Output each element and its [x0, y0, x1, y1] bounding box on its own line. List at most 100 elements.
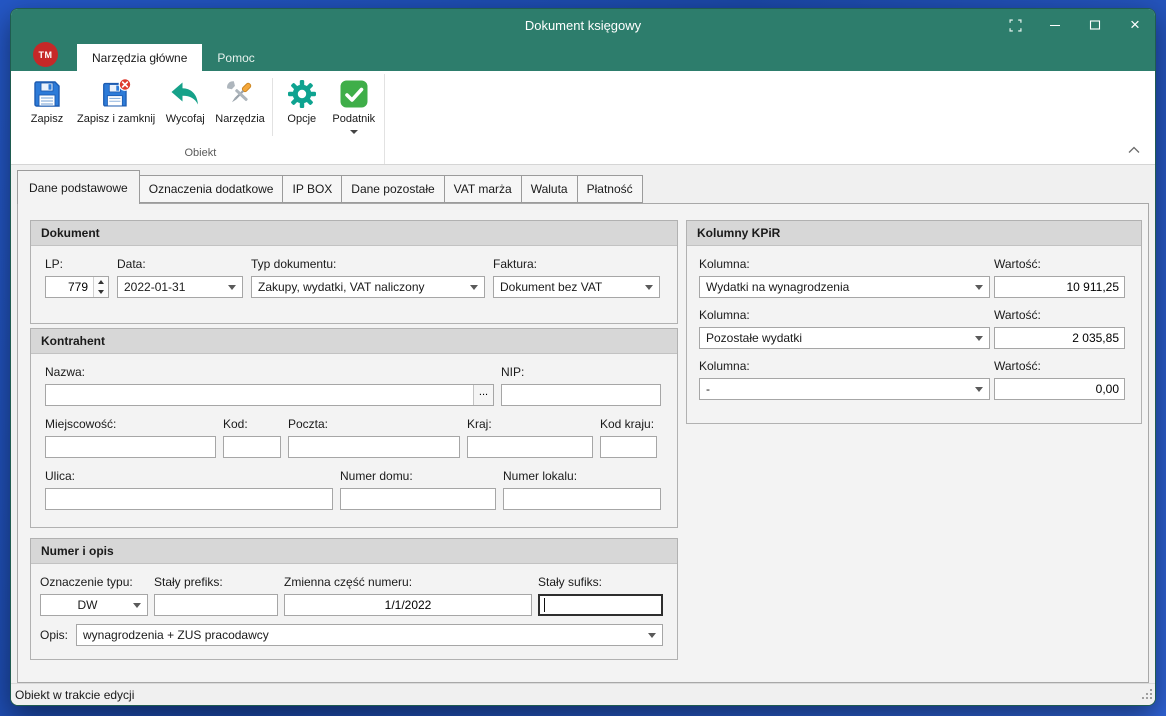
kod-field: Kod:: [223, 417, 281, 458]
kpir-kolumna-label: Kolumna:: [699, 359, 990, 373]
faktura-label: Faktura:: [493, 257, 660, 271]
kpir-kolumna-combo-3[interactable]: -: [699, 378, 990, 400]
group-numer-i-opis: Numer i opis Oznaczenie typu: DW Stały p…: [30, 538, 678, 660]
zmienna-czesc-numeru-field: Zmienna część numeru:: [284, 575, 532, 616]
faktura-combo-value: Dokument bez VAT: [500, 280, 640, 294]
kod-input[interactable]: [223, 436, 281, 458]
lp-spin-up-button[interactable]: [94, 277, 108, 287]
oznaczenie-typu-combo-value: DW: [47, 598, 128, 612]
poczta-input[interactable]: [288, 436, 460, 458]
tab-vat-marza[interactable]: VAT marża: [444, 175, 522, 203]
kod-label: Kod:: [223, 417, 281, 431]
opis-combo[interactable]: wynagrodzenia + ZUS pracodawcy: [76, 624, 663, 646]
tab-waluta[interactable]: Waluta: [521, 175, 578, 203]
nip-label: NIP:: [501, 365, 661, 379]
tab-ip-box[interactable]: IP BOX: [282, 175, 342, 203]
page-tabstrip: Dane podstawowe Oznaczenia dodatkowe IP …: [11, 165, 1155, 203]
options-button[interactable]: Opcje: [276, 74, 328, 146]
collapse-ribbon-button[interactable]: [1123, 141, 1145, 159]
ulica-field: Ulica:: [45, 469, 333, 510]
kpir-kolumna-field: Kolumna: -: [699, 359, 990, 400]
titlebar[interactable]: Dokument księgowy ×: [11, 9, 1155, 41]
taxpayer-button[interactable]: Podatnik: [328, 74, 380, 146]
kod-kraju-field: Kod kraju:: [600, 417, 657, 458]
typ-dokumentu-label: Typ dokumentu:: [251, 257, 485, 271]
oznaczenie-typu-label: Oznaczenie typu:: [40, 575, 148, 589]
ribbon-body: Zapisz: [11, 71, 1155, 165]
numer-domu-input[interactable]: [340, 488, 496, 510]
typ-dokumentu-combo[interactable]: Zakupy, wydatki, VAT naliczony: [251, 276, 485, 298]
kpir-wartosc-field: Wartość:: [994, 308, 1125, 349]
miejscowosc-field: Miejscowość:: [45, 417, 216, 458]
staly-sufiks-focused-wrap: [538, 594, 663, 616]
status-text: Obiekt w trakcie edycji: [15, 688, 134, 702]
lp-spin-down-button[interactable]: [94, 287, 108, 297]
kpir-kolumna-combo-1[interactable]: Wydatki na wynagrodzenia: [699, 276, 990, 298]
status-bar: Obiekt w trakcie edycji: [11, 683, 1155, 705]
nip-input[interactable]: [501, 384, 661, 406]
nazwa-input[interactable]: [46, 385, 473, 405]
maximize-button[interactable]: [1075, 9, 1115, 41]
staly-sufiks-input[interactable]: [540, 596, 661, 614]
kraj-label: Kraj:: [467, 417, 593, 431]
kpir-wartosc-input-1[interactable]: [994, 276, 1125, 298]
kod-kraju-input[interactable]: [600, 436, 657, 458]
tab-oznaczenia-dodatkowe[interactable]: Oznaczenia dodatkowe: [139, 175, 284, 203]
kpir-kolumna-combo-2[interactable]: Pozostałe wydatki: [699, 327, 990, 349]
faktura-combo[interactable]: Dokument bez VAT: [493, 276, 660, 298]
oznaczenie-typu-combo[interactable]: DW: [40, 594, 148, 616]
tab-page-content: Dokument LP: Data:: [17, 203, 1149, 683]
save-button[interactable]: Zapisz: [21, 74, 73, 146]
kpir-wartosc-input-3[interactable]: [994, 378, 1125, 400]
data-combo[interactable]: 2022-01-31: [117, 276, 243, 298]
options-button-label: Opcje: [287, 113, 316, 126]
screen-fit-icon[interactable]: [995, 9, 1035, 41]
numer-domu-label: Numer domu:: [340, 469, 496, 483]
kpir-wartosc-label: Wartość:: [994, 257, 1125, 271]
kraj-input[interactable]: [467, 436, 593, 458]
zmienna-czesc-numeru-input[interactable]: [284, 594, 532, 616]
lp-field: LP:: [45, 257, 109, 298]
ulica-label: Ulica:: [45, 469, 333, 483]
app-logo[interactable]: TM: [33, 42, 58, 67]
save-button-label: Zapisz: [31, 113, 63, 126]
close-button[interactable]: ×: [1115, 9, 1155, 41]
dropdown-arrow-icon: [975, 387, 983, 392]
ulica-input[interactable]: [45, 488, 333, 510]
ribbon-tab-pomoc[interactable]: Pomoc: [202, 44, 269, 71]
lp-spinner[interactable]: [45, 276, 109, 298]
faktura-field: Faktura: Dokument bez VAT: [493, 257, 660, 298]
dropdown-arrow-icon: [645, 285, 653, 290]
tab-platnosc[interactable]: Płatność: [577, 175, 643, 203]
group-numer-i-opis-header: Numer i opis: [31, 539, 677, 564]
staly-sufiks-field: Stały sufiks:: [538, 575, 663, 616]
lp-label: LP:: [45, 257, 109, 271]
window-controls: ×: [995, 9, 1155, 41]
kpir-kolumna-combo-3-value: -: [706, 382, 970, 396]
save-and-close-button-label: Zapisz i zamknij: [77, 113, 155, 126]
staly-prefiks-field: Stały prefiks:: [154, 575, 278, 616]
tab-dane-pozostale[interactable]: Dane pozostałe: [341, 175, 444, 203]
tab-dane-podstawowe[interactable]: Dane podstawowe: [17, 170, 140, 204]
typ-dokumentu-field: Typ dokumentu: Zakupy, wydatki, VAT nali…: [251, 257, 485, 298]
dropdown-arrow-icon: [975, 336, 983, 341]
minimize-button[interactable]: [1035, 9, 1075, 41]
ribbon-group-label: Obiekt: [21, 146, 380, 164]
miejscowosc-label: Miejscowość:: [45, 417, 216, 431]
kpir-kolumna-label: Kolumna:: [699, 308, 990, 322]
save-and-close-button[interactable]: Zapisz i zamknij: [73, 74, 159, 146]
miejscowosc-input[interactable]: [45, 436, 216, 458]
nazwa-browse-button[interactable]: ...: [473, 385, 493, 405]
opis-combo-value: wynagrodzenia + ZUS pracodawcy: [83, 628, 643, 642]
opis-label: Opis:: [40, 628, 68, 642]
tools-button[interactable]: Narzędzia: [211, 74, 269, 146]
resize-grip[interactable]: [1141, 688, 1153, 703]
save-close-icon: [100, 78, 132, 110]
ribbon-tab-narzedzia-glowne[interactable]: Narzędzia główne: [77, 44, 202, 71]
numer-lokalu-input[interactable]: [503, 488, 661, 510]
lp-input[interactable]: [46, 277, 93, 297]
staly-prefiks-input[interactable]: [154, 594, 278, 616]
data-combo-value: 2022-01-31: [124, 280, 223, 294]
undo-button[interactable]: Wycofaj: [159, 74, 211, 146]
kpir-wartosc-input-2[interactable]: [994, 327, 1125, 349]
